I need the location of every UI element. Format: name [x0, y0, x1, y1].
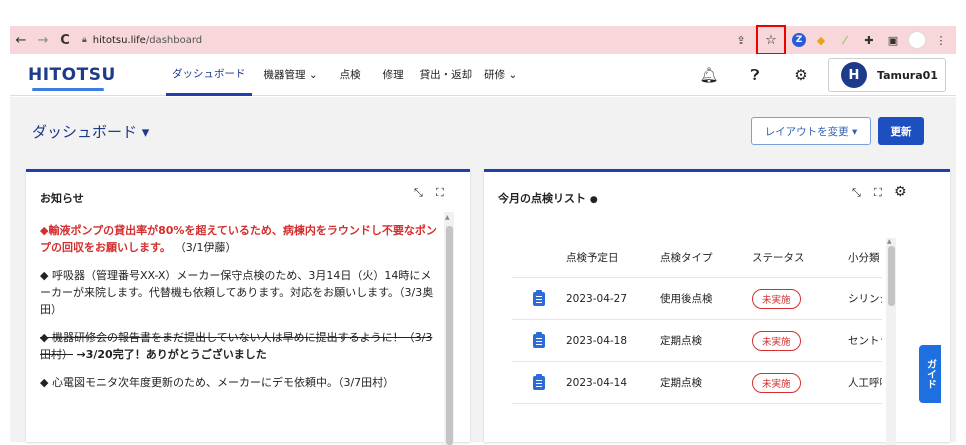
logo-underline: [32, 87, 104, 91]
url-domain: hitotsu.life: [92, 34, 146, 46]
news-item-update-text: →3/20完了！ありがとうございました: [76, 348, 267, 361]
guide-tab[interactable]: ガイド: [919, 345, 941, 403]
nav-repair[interactable]: 修理: [377, 54, 410, 96]
nav-lending[interactable]: 貸出・返却: [414, 54, 479, 96]
clipboard-icon[interactable]: [533, 331, 545, 348]
page-title-dropdown[interactable]: ダッシュボード ▾: [32, 121, 149, 142]
news-item-text: ◆ 心電図モニタ次年度更新のため、メーカーにデモ依頼中。（3/7田村）: [40, 376, 395, 389]
news-item-author: （3/1伊藤）: [174, 241, 237, 254]
news-card: お知らせ ⤡ ⛶ ◆輸液ポンプの貸出率が80%を超えているため、病棟内をラウンド…: [26, 169, 470, 445]
news-item: ◆ 呼吸器（管理番号XX-X）メーカー保守点検のため、3月14日（火）14時にメ…: [40, 267, 440, 318]
refresh-button[interactable]: 更新: [878, 117, 924, 145]
collapse-icon[interactable]: ⤡: [414, 186, 423, 200]
news-item: ◆ 機器研修会の報告書をまだ提出していない人は早めに提出するように！（3/3田村…: [40, 329, 440, 363]
news-item-text: ◆輸液ポンプの貸出率が80%を超えているため、病棟内をラウンドし不要なポンプの回…: [40, 224, 437, 254]
clipboard-icon[interactable]: [533, 289, 545, 306]
table-scrollbar-thumb[interactable]: [888, 246, 895, 306]
settings-gear-icon[interactable]: ⚙: [894, 184, 907, 200]
col-header-date[interactable]: 点検予定日: [566, 250, 660, 265]
news-item: ◆ 心電図モニタ次年度更新のため、メーカーにデモ依頼中。（3/7田村）: [40, 374, 440, 391]
nav-training[interactable]: 研修 ⌄: [478, 54, 523, 96]
clipboard-icon[interactable]: [533, 373, 545, 390]
cell-category: シリンジ: [848, 293, 882, 305]
cell-type: 定期点検: [660, 377, 702, 389]
info-icon[interactable]: ●: [590, 195, 598, 205]
back-button[interactable]: ←: [10, 33, 32, 48]
user-menu-button[interactable]: H Tamura01: [828, 58, 946, 92]
nav-inspection[interactable]: 点検: [334, 54, 367, 96]
url-path: /dashboard: [145, 34, 203, 46]
news-list: ◆輸液ポンプの貸出率が80%を超えているため、病棟内をラウンドし不要なポンプの回…: [40, 222, 440, 402]
lock-icon: 🔒︎: [82, 35, 87, 45]
dashboard-page: ダッシュボード ▾ レイアウトを変更 ▾ 更新 お知らせ ⤡ ⛶ ◆輸液ポンプの…: [10, 97, 956, 445]
address-bar[interactable]: 🔒︎ hitotsu.life/dashboard: [82, 35, 202, 46]
inspection-table: 点検予定日 点検タイプ ステータス 小分類 2023-04-27 使用後点検 未…: [512, 238, 882, 404]
inspection-card: 今月の点検リスト ● ⤡ ⛶ ⚙ 点検予定日 点検タイプ ステータス 小分類 2…: [484, 169, 950, 445]
scroll-up-arrow-icon[interactable]: ▲: [445, 214, 450, 221]
help-icon[interactable]: ❓︎: [732, 66, 778, 84]
change-layout-button[interactable]: レイアウトを変更 ▾: [751, 117, 871, 145]
app-header: HITOTSU ダッシュボード 機器管理 ⌄ 点検 修理 貸出・返却 研修 ⌄ …: [10, 54, 956, 96]
collapse-icon[interactable]: ⤡: [852, 186, 861, 200]
share-icon[interactable]: ⇪: [732, 31, 750, 49]
extensions-puzzle-icon[interactable]: ✚: [860, 31, 878, 49]
col-header-type[interactable]: 点検タイプ: [660, 250, 752, 265]
cell-type: 使用後点検: [660, 293, 713, 305]
menu-kebab-icon[interactable]: ⋮: [932, 31, 950, 49]
news-scrollbar-thumb[interactable]: [446, 226, 453, 445]
fullscreen-icon[interactable]: ⛶: [874, 186, 882, 200]
reload-button[interactable]: C: [54, 33, 76, 48]
news-card-title: お知らせ: [40, 192, 84, 205]
inspection-title-text: 今月の点検リスト: [498, 192, 586, 205]
cell-date: 2023-04-18: [566, 334, 628, 347]
profile-avatar[interactable]: [908, 31, 926, 49]
scroll-up-arrow-icon[interactable]: ▲: [887, 238, 892, 245]
nav-dashboard[interactable]: ダッシュボード: [166, 54, 252, 96]
bell-icon[interactable]: 🔔︎: [686, 66, 732, 84]
col-header-category[interactable]: 小分類: [848, 250, 882, 265]
side-panel-icon[interactable]: ▣: [884, 31, 902, 49]
nav-device-management[interactable]: 機器管理 ⌄: [258, 54, 324, 96]
table-row[interactable]: 2023-04-18 定期点検 未実施 セントラ: [512, 320, 882, 362]
page-title-row: ダッシュボード ▾ レイアウトを変更 ▾ 更新: [10, 97, 956, 159]
forward-button[interactable]: →: [32, 33, 54, 48]
extension-wand-icon[interactable]: ⁄: [836, 31, 854, 49]
cell-type: 定期点検: [660, 335, 702, 347]
fullscreen-icon[interactable]: ⛶: [436, 186, 444, 200]
cell-date: 2023-04-14: [566, 376, 628, 389]
status-badge: 未実施: [752, 330, 801, 351]
col-header-status[interactable]: ステータス: [752, 250, 848, 265]
status-badge: 未実施: [752, 372, 801, 393]
table-row[interactable]: 2023-04-14 定期点検 未実施 人工呼吸: [512, 362, 882, 404]
bookmark-star-icon[interactable]: ☆: [756, 25, 786, 55]
logo-text: HITOTSU: [28, 64, 116, 85]
user-name: Tamura01: [877, 68, 938, 82]
extension-drop-icon[interactable]: ◆: [812, 31, 830, 49]
header-actions: 🔔︎ ❓︎ ⚙ H Tamura01: [686, 58, 946, 92]
news-item: ◆輸液ポンプの貸出率が80%を超えているため、病棟内をラウンドし不要なポンプの回…: [40, 222, 440, 256]
main-nav: ダッシュボード 機器管理 ⌄ 点検 修理 貸出・返却 研修 ⌄: [166, 54, 523, 96]
browser-toolbar: ← → C 🔒︎ hitotsu.life/dashboard ⇪ ☆ Z ◆ …: [10, 25, 956, 55]
gear-icon[interactable]: ⚙: [778, 66, 824, 84]
cell-category: セントラ: [848, 335, 882, 347]
extension-z-icon[interactable]: Z: [792, 33, 806, 47]
table-header: 点検予定日 点検タイプ ステータス 小分類: [512, 238, 882, 278]
logo[interactable]: HITOTSU: [28, 64, 128, 91]
news-item-text: ◆ 呼吸器（管理番号XX-X）メーカー保守点検のため、3月14日（火）14時にメ…: [40, 269, 434, 316]
browser-actions: ⇪ ☆ Z ◆ ⁄ ✚ ▣ ⋮: [732, 25, 956, 55]
cell-date: 2023-04-27: [566, 292, 628, 305]
user-avatar: H: [841, 62, 867, 88]
cell-category: 人工呼吸: [848, 377, 882, 389]
status-badge: 未実施: [752, 288, 801, 309]
table-row[interactable]: 2023-04-27 使用後点検 未実施 シリンジ: [512, 278, 882, 320]
inspection-card-title: 今月の点検リスト ●: [498, 190, 598, 206]
